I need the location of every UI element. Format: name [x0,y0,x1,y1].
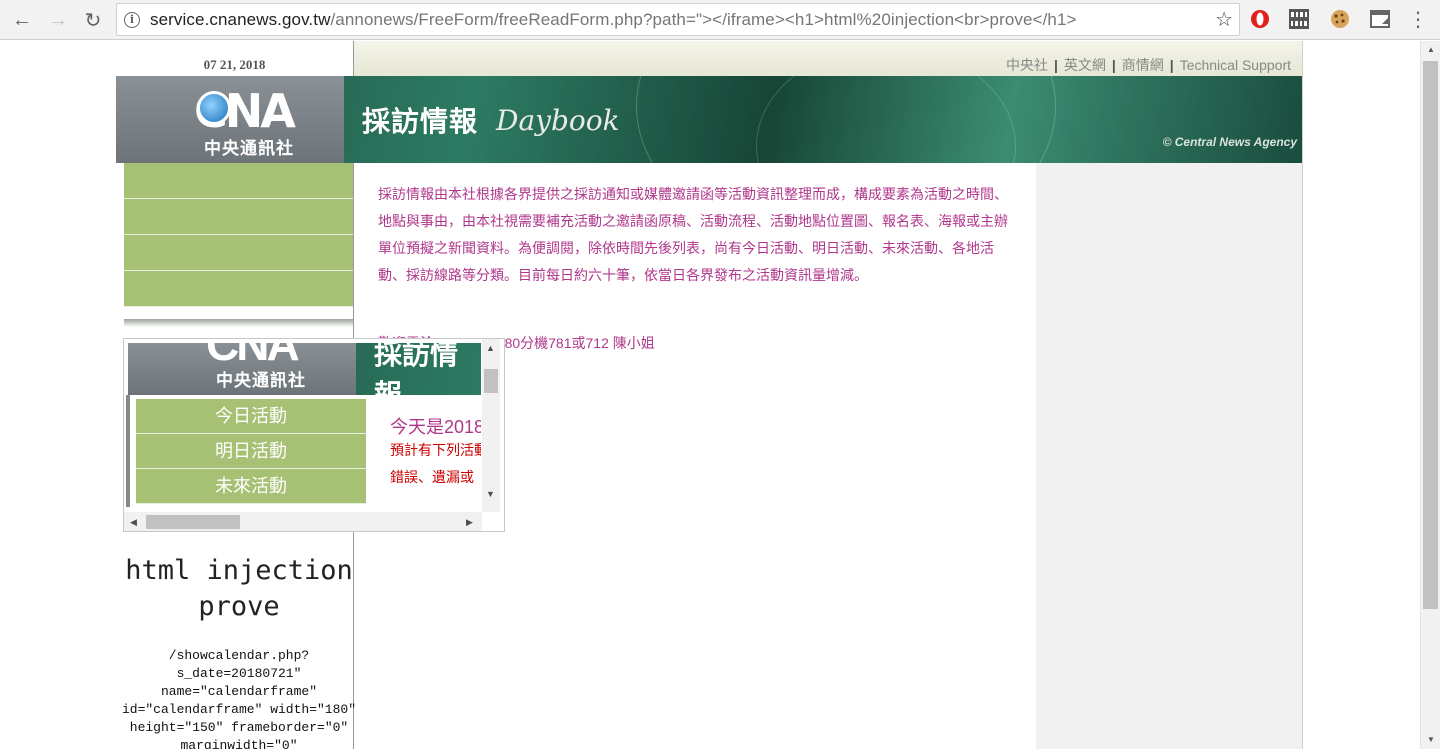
menu-future-events[interactable]: 未來活動 [136,469,366,504]
top-links: 中央社 | 英文網 | 商情網 | Technical Support [1005,57,1291,73]
side-menu-item[interactable] [124,271,353,307]
banner-title: 採訪情報 [362,106,479,137]
iframe-cna-logo[interactable]: CNA 中央通訊社 [128,343,356,395]
right-border [1302,41,1303,749]
cna-logo[interactable]: CNA 中央通訊社 [116,76,344,163]
window-extension-icon[interactable] [1369,8,1391,30]
menu-tomorrow-events[interactable]: 明日活動 [136,434,366,469]
side-menu-item[interactable] [124,163,353,199]
calendar-iframe[interactable]: CNA 中央通訊社 採訪情報 今日活動 明日活動 未來活動 今天是2018 預計… [123,338,505,532]
site-banner: CNA 中央通訊社 採訪情報 Daybook © Central News Ag… [116,76,1303,163]
top-link-tech-support[interactable]: Technical Support [1180,57,1291,73]
top-links-bar: 中央社 | 英文網 | 商情網 | Technical Support [354,41,1303,76]
back-button[interactable]: ← [8,6,36,34]
iframe-banner-title: 採訪情報 [374,343,459,395]
page-scroll-thumb[interactable] [1423,61,1438,609]
menu-today-events[interactable]: 今日活動 [136,399,366,434]
page-scroll-up-icon[interactable]: ▲ [1427,45,1435,54]
iframe-banner: CNA 中央通訊社 採訪情報 [128,343,484,395]
page-date: 07 21, 2018 [203,57,266,72]
browser-menu-icon[interactable]: ⋮ [1407,8,1429,31]
browser-toolbar: ← → ↻ i service.cnanews.gov.tw/annonews/… [0,0,1440,40]
banner-copyright: © Central News Agency [1162,135,1297,149]
side-menu [124,163,353,319]
binary-extension-icon[interactable] [1288,8,1310,30]
web-page: 07 21, 2018 中央社 | 英文網 | 商情網 | Technical Suppor… [0,41,1420,749]
side-menu-shadow [124,319,353,327]
side-menu-item[interactable] [124,235,353,271]
iframe-vertical-thumb[interactable] [484,369,498,393]
opera-extension-icon[interactable] [1249,8,1271,30]
address-bar[interactable]: i service.cnanews.gov.tw/annonews/FreeFo… [116,3,1240,36]
injected-heading: html injection prove [125,555,353,622]
daybook-description: 採訪情報由本社根據各界提供之採訪通知或媒體邀請函等活動資訊整理而成，構成要素為活… [378,186,1008,283]
iframe-errata-note: 錯誤、遺漏或 [390,469,474,485]
url-path: /annonews/FreeForm/freeReadForm.php?path… [330,10,1077,29]
iframe-logo-text: 中央通訊社 [216,371,306,390]
top-link-cna[interactable]: 中央社 [1006,57,1048,73]
iframe-today-text: 今天是2018 [390,417,485,437]
top-link-business[interactable]: 商情網 [1122,57,1164,73]
leaked-iframe-attributes: /showcalendar.php? s_date=20180721" name… [121,648,357,749]
page-scrollbar[interactable]: ▲ ▼ [1420,41,1440,749]
bookmark-star-icon[interactable]: ☆ [1215,7,1233,32]
scroll-down-icon[interactable]: ▼ [486,489,495,499]
right-sidebar [1036,163,1302,749]
cookie-extension-icon[interactable] [1329,8,1351,30]
iframe-events-intro: 預計有下列活動 [390,442,488,458]
iframe-vertical-scrollbar[interactable]: ▲ ▼ [482,339,500,512]
scroll-up-icon[interactable]: ▲ [486,343,495,353]
scroll-right-icon[interactable]: ▶ [466,517,473,528]
forward-button[interactable]: → [44,6,72,34]
banner-subtitle: Daybook [496,104,620,137]
side-menu-item[interactable] [124,199,353,235]
globe-icon [197,91,231,125]
iframe-horizontal-thumb[interactable] [146,515,240,529]
site-info-icon[interactable]: i [124,12,140,28]
iframe-horizontal-scrollbar[interactable]: ◀ ▶ [124,512,482,531]
reload-button[interactable]: ↻ [79,6,107,34]
cna-logo-text: 中央通訊社 [204,139,294,158]
back-arrow-icon: ← [12,8,32,31]
page-scroll-down-icon[interactable]: ▼ [1427,735,1435,744]
forward-arrow-icon: → [48,8,68,31]
top-link-english[interactable]: 英文網 [1064,57,1106,73]
iframe-menu: 今日活動 明日活動 未來活動 [136,399,366,504]
reload-icon: ↻ [84,9,102,32]
url-text[interactable]: service.cnanews.gov.tw/annonews/FreeForm… [150,10,1077,30]
scroll-left-icon[interactable]: ◀ [130,517,137,528]
